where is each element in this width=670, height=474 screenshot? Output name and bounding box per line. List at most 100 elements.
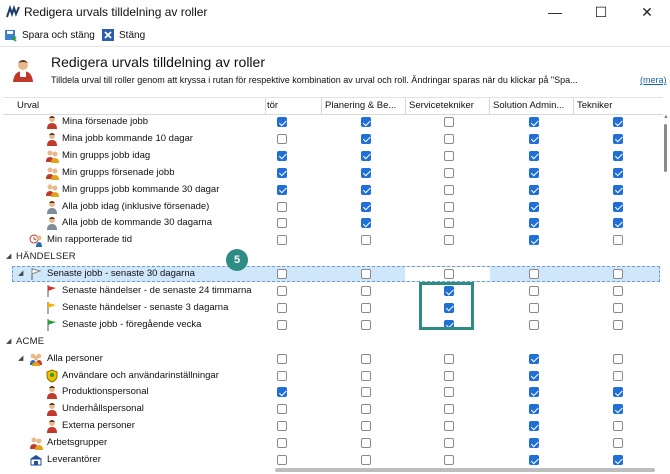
collapse-icon[interactable]: ◢: [6, 252, 11, 260]
role-checkbox[interactable]: [613, 387, 623, 398]
role-checkbox[interactable]: [361, 455, 371, 465]
horizontal-scrollbar-thumb[interactable]: [275, 468, 655, 472]
collapse-icon[interactable]: ◢: [6, 337, 11, 345]
role-checkbox[interactable]: [529, 286, 539, 296]
column-divider[interactable]: [405, 98, 406, 114]
role-checkbox[interactable]: [444, 133, 454, 144]
table-row[interactable]: Min grupps försenade jobb: [3, 165, 663, 182]
role-checkbox[interactable]: [277, 438, 287, 449]
role-checkbox[interactable]: [361, 235, 371, 246]
role-checkbox[interactable]: [277, 404, 287, 415]
table-row[interactable]: ◢ Senaste jobb - senaste 30 dagarna: [3, 266, 663, 283]
vertical-scrollbar[interactable]: ▲: [663, 114, 669, 470]
role-checkbox[interactable]: [361, 150, 371, 161]
role-checkbox[interactable]: [361, 387, 371, 398]
role-checkbox[interactable]: [361, 133, 371, 144]
role-checkbox[interactable]: [277, 184, 287, 195]
role-checkbox[interactable]: [613, 302, 623, 313]
role-checkbox[interactable]: [613, 370, 623, 381]
table-row[interactable]: Externa personer: [3, 418, 663, 435]
role-checkbox[interactable]: [444, 404, 454, 415]
column-divider[interactable]: [573, 98, 574, 114]
role-checkbox[interactable]: [277, 235, 287, 246]
role-checkbox[interactable]: [444, 117, 454, 127]
role-checkbox[interactable]: [613, 455, 623, 465]
table-row[interactable]: Senaste händelser - de senaste 24 timmar…: [3, 283, 663, 300]
table-row[interactable]: Alla jobb de kommande 30 dagarna: [3, 215, 663, 232]
role-checkbox[interactable]: [529, 167, 539, 178]
role-checkbox[interactable]: [361, 302, 371, 313]
table-row[interactable]: Min rapporterade tid: [3, 232, 663, 249]
table-row[interactable]: Mina jobb kommande 10 dagar: [3, 131, 663, 148]
role-checkbox[interactable]: [613, 353, 623, 364]
role-checkbox[interactable]: [613, 286, 623, 296]
role-checkbox[interactable]: [361, 184, 371, 195]
role-checkbox[interactable]: [613, 201, 623, 212]
table-row[interactable]: Min grupps jobb idag: [3, 148, 663, 165]
collapse-icon[interactable]: ◢: [18, 269, 23, 277]
role-checkbox[interactable]: [529, 133, 539, 144]
column-header-role-1[interactable]: tör: [267, 100, 317, 111]
role-checkbox[interactable]: [361, 286, 371, 296]
role-checkbox[interactable]: [444, 269, 454, 280]
maximize-button[interactable]: ☐: [578, 0, 624, 24]
role-checkbox[interactable]: [361, 353, 371, 364]
column-header-urval[interactable]: Urval: [17, 100, 39, 111]
column-header-solution-admin[interactable]: Solution Admin...: [493, 100, 573, 111]
role-checkbox[interactable]: [613, 218, 623, 229]
role-checkbox[interactable]: [529, 235, 539, 246]
role-checkbox[interactable]: [361, 404, 371, 415]
close-window-button[interactable]: ✕: [624, 0, 670, 24]
role-checkbox[interactable]: [529, 387, 539, 398]
role-checkbox[interactable]: [529, 438, 539, 449]
role-checkbox[interactable]: [529, 117, 539, 127]
role-checkbox[interactable]: [444, 235, 454, 246]
role-checkbox[interactable]: [277, 133, 287, 144]
role-checkbox[interactable]: [529, 421, 539, 432]
role-checkbox[interactable]: [277, 286, 287, 296]
role-checkbox[interactable]: [529, 218, 539, 229]
role-checkbox[interactable]: [277, 421, 287, 432]
role-checkbox[interactable]: [529, 353, 539, 364]
role-checkbox[interactable]: [361, 438, 371, 449]
role-checkbox[interactable]: [361, 167, 371, 178]
column-header-tekniker[interactable]: Tekniker: [577, 100, 657, 111]
role-checkbox[interactable]: [361, 218, 371, 229]
role-checkbox[interactable]: [277, 302, 287, 313]
role-checkbox[interactable]: [444, 421, 454, 432]
column-divider[interactable]: [265, 98, 266, 114]
role-checkbox[interactable]: [277, 150, 287, 161]
minimize-button[interactable]: —: [532, 0, 578, 24]
scrollbar-thumb[interactable]: [664, 124, 667, 172]
role-checkbox[interactable]: [613, 117, 623, 127]
role-checkbox[interactable]: [444, 201, 454, 212]
role-checkbox[interactable]: [444, 218, 454, 229]
table-row[interactable]: Arbetsgrupper: [3, 435, 663, 452]
role-checkbox[interactable]: [444, 438, 454, 449]
role-checkbox[interactable]: [277, 201, 287, 212]
role-checkbox[interactable]: [277, 117, 287, 127]
role-checkbox[interactable]: [613, 421, 623, 432]
role-checkbox[interactable]: [444, 184, 454, 195]
role-checkbox[interactable]: [444, 167, 454, 178]
table-row[interactable]: Användare och användarinställningar: [3, 368, 663, 385]
column-header-servicetekniker[interactable]: Servicetekniker: [409, 100, 489, 111]
role-checkbox[interactable]: [361, 370, 371, 381]
scroll-up-icon[interactable]: ▲: [663, 114, 669, 120]
table-row[interactable]: Underhållspersonal: [3, 401, 663, 418]
role-checkbox[interactable]: [361, 421, 371, 432]
table-row[interactable]: Senaste jobb - föregående vecka: [3, 317, 663, 334]
role-checkbox[interactable]: [529, 302, 539, 313]
column-divider[interactable]: [321, 98, 322, 114]
table-row[interactable]: Min grupps jobb kommande 30 dagar: [3, 182, 663, 199]
table-row[interactable]: Mina försenade jobb: [3, 114, 663, 131]
role-checkbox[interactable]: [529, 201, 539, 212]
role-checkbox[interactable]: [529, 404, 539, 415]
role-checkbox[interactable]: [529, 269, 539, 280]
more-link[interactable]: (mera): [640, 75, 667, 85]
role-checkbox[interactable]: [529, 455, 539, 465]
role-checkbox[interactable]: [277, 353, 287, 364]
role-checkbox[interactable]: [277, 167, 287, 178]
role-checkbox[interactable]: [277, 370, 287, 381]
role-checkbox[interactable]: [613, 269, 623, 280]
